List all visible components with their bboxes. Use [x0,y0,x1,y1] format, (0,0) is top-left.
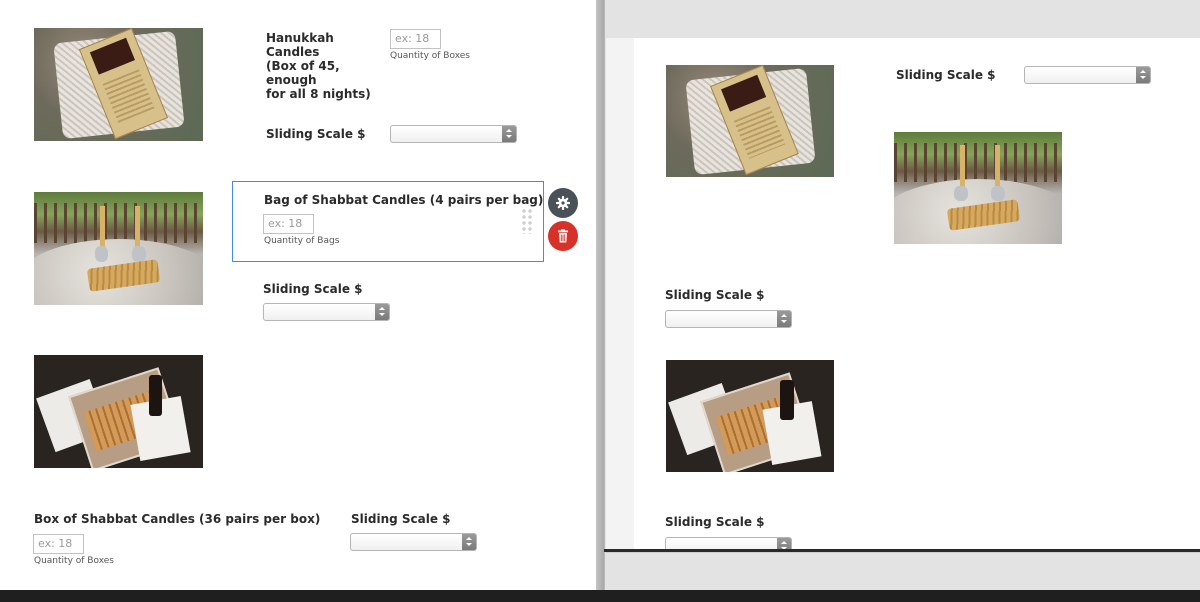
preview-sliding-scale-select-2[interactable] [665,310,792,328]
shabbat-candles-image [34,192,203,305]
shabbat-bag-sliding-scale-select[interactable] [263,303,390,321]
select-arrows-icon [1136,67,1150,83]
shabbat-bag-label: Bag of Shabbat Candles (4 pairs per bag) [264,193,544,207]
select-arrows-icon [502,126,516,142]
hanukkah-candles-image [34,28,203,141]
pane-divider[interactable] [596,0,604,602]
select-arrows-icon [777,311,791,327]
shabbat-box-label: Box of Shabbat Candles (36 pairs per box… [34,512,321,526]
hanukkah-quantity-input[interactable]: ex: 18 [390,29,441,49]
field-settings-button[interactable] [548,188,578,218]
preview-sliding-scale-select-1[interactable] [1024,66,1151,84]
preview-hanukkah-image [666,65,834,177]
preview-sliding-scale-label-3: Sliding Scale $ [665,515,765,529]
hanukkah-candles-label: Hanukkah Candles (Box of 45, enough for … [266,31,371,101]
preview-sliding-scale-label-1: Sliding Scale $ [896,68,996,82]
shabbat-box-sliding-scale-select[interactable] [350,533,477,551]
shabbat-bag-quantity-input[interactable]: ex: 18 [263,214,314,234]
shabbat-candle-box-image [34,355,203,468]
field-delete-button[interactable] [548,221,578,251]
hanukkah-sliding-scale-label: Sliding Scale $ [266,127,366,141]
bottom-edge [0,590,1200,602]
preview-content: Sliding Scale $ Sliding Scale $ Sliding … [634,38,1200,550]
shabbat-box-sliding-scale-label: Sliding Scale $ [351,512,451,526]
gear-icon [556,196,570,210]
select-arrows-icon [375,304,389,320]
hanukkah-sliding-scale-select[interactable] [390,125,517,143]
drag-handle-icon[interactable] [521,208,533,234]
shabbat-box-quantity-hint: Quantity of Boxes [34,556,114,566]
preview-shabbat-image [894,132,1062,244]
preview-gutter [606,38,634,550]
preview-sliding-scale-label-2: Sliding Scale $ [665,288,765,302]
shabbat-box-quantity-input[interactable]: ex: 18 [33,534,84,554]
hanukkah-quantity-hint: Quantity of Boxes [390,51,470,61]
trash-icon [558,229,568,243]
preview-shabbat-box-image [666,360,834,472]
shabbat-bag-sliding-scale-label: Sliding Scale $ [263,282,363,296]
shabbat-bag-quantity-hint: Quantity of Bags [264,236,340,246]
select-arrows-icon [462,534,476,550]
